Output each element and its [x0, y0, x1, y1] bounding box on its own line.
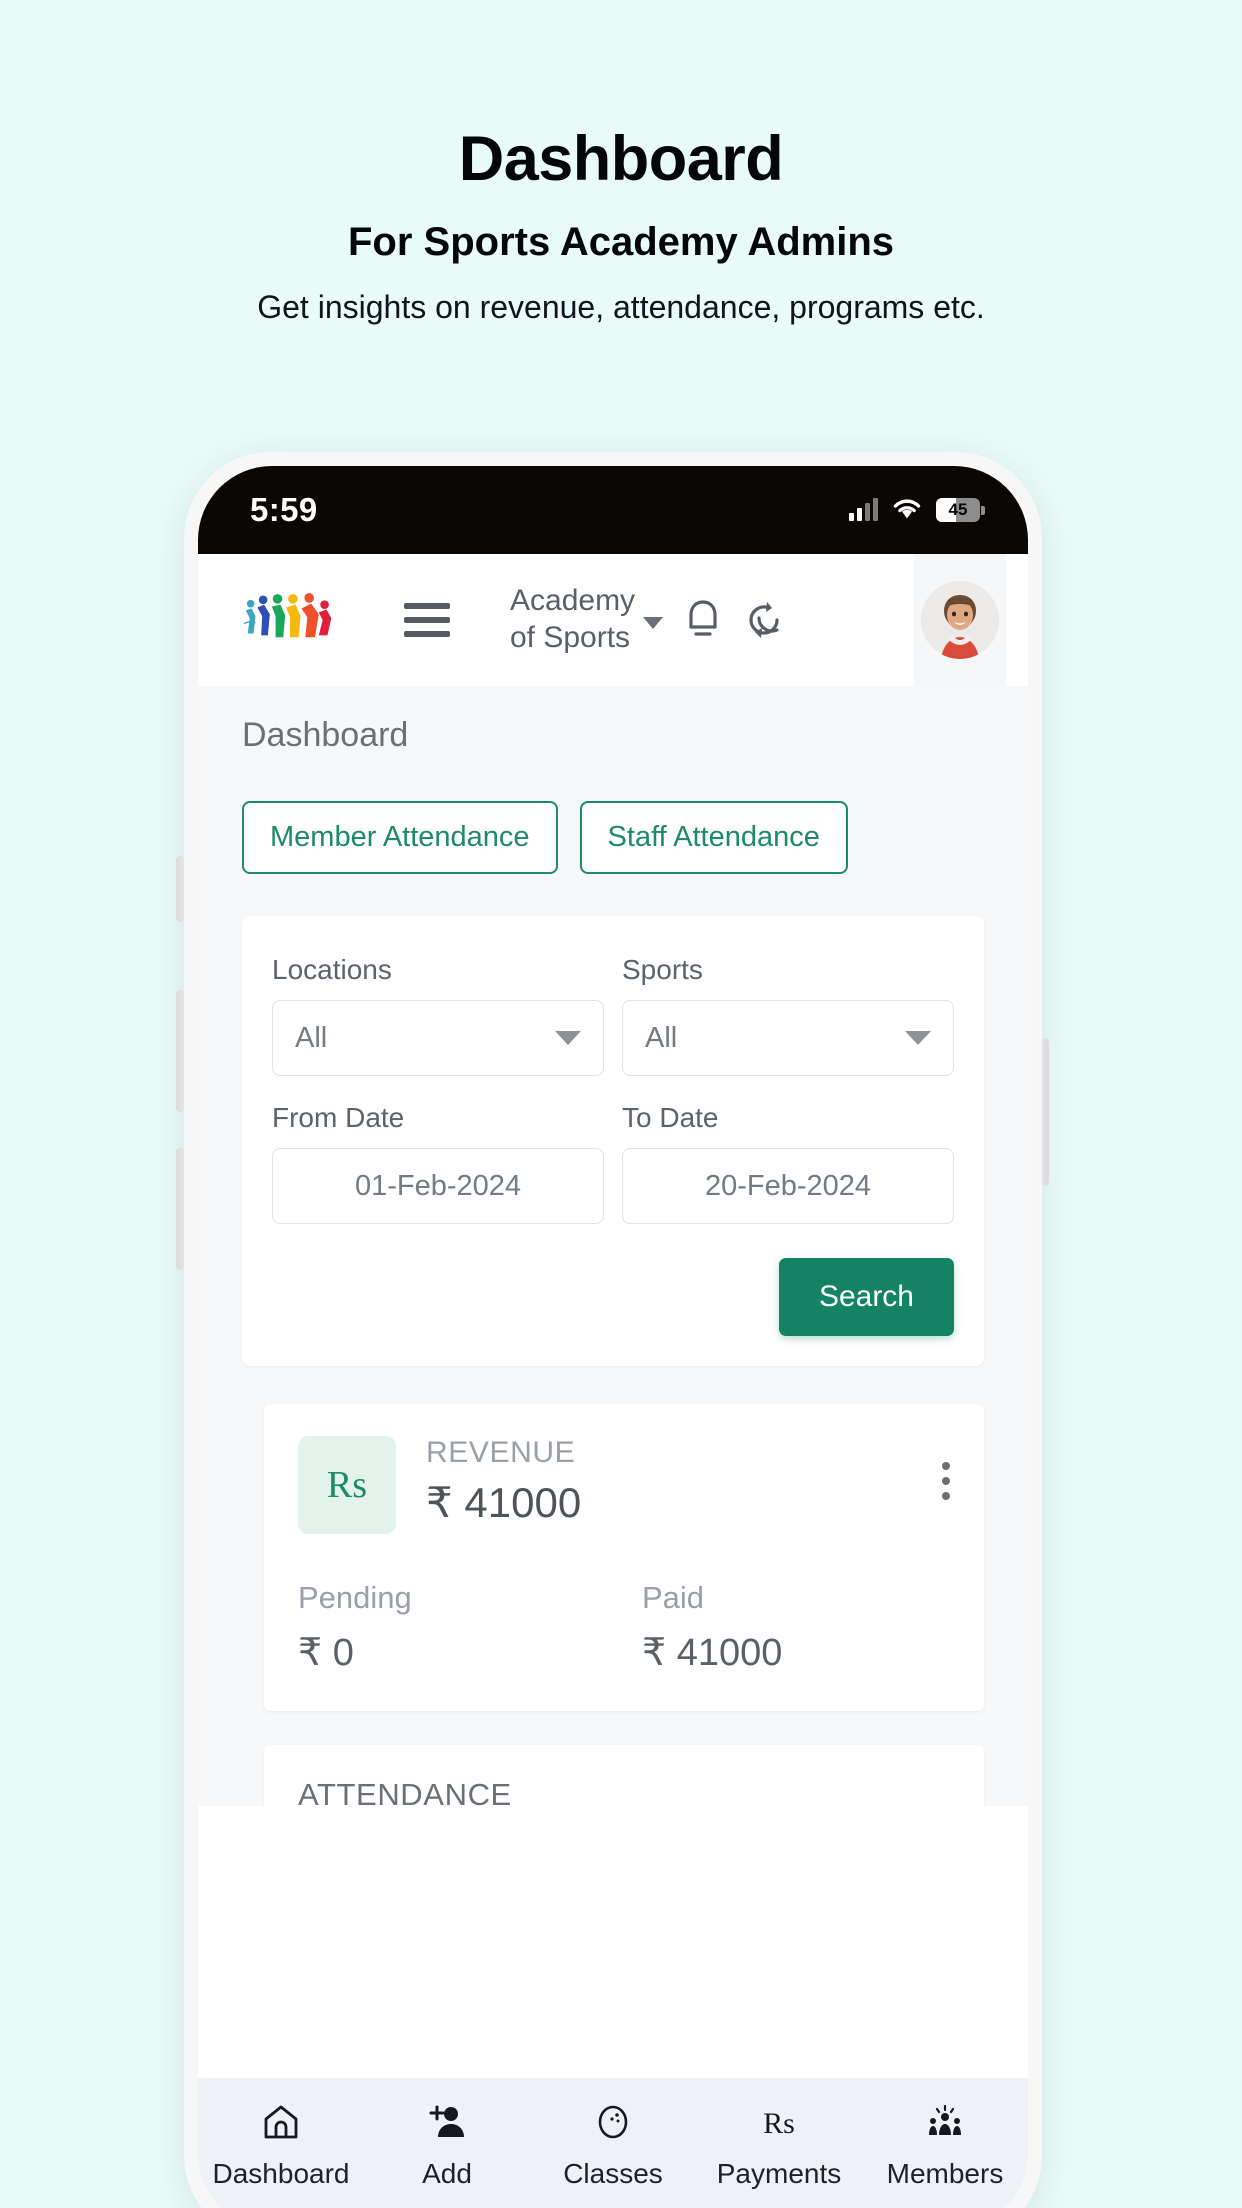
status-bar: 5:59 45 [198, 466, 1028, 554]
page-title: Dashboard [458, 124, 784, 194]
content-page-title: Dashboard [242, 716, 409, 754]
nav-label-classes: Classes [563, 2158, 663, 2189]
phone-mockup: 5:59 45 Academy of Sports Dashboard Memb… [184, 452, 1042, 2208]
status-indicators: 45 [849, 498, 985, 522]
revenue-breakdown: Pending ₹ 0 Paid ₹ 41000 [298, 1580, 950, 1675]
promo-subtitle: For Sports Academy Admins [347, 220, 895, 264]
search-button[interactable]: Search [778, 1258, 954, 1336]
avatar-container[interactable] [914, 554, 1006, 686]
chevron-down-icon [555, 1031, 581, 1045]
filter-card: Locations All Sports All From Date 01-Fe… [242, 916, 984, 1366]
paid-value: ₹ 41000 [642, 1632, 783, 1674]
locations-select[interactable]: All [272, 1000, 604, 1076]
tab-staff-attendance[interactable]: Staff Attendance [579, 801, 848, 874]
nav-label-payments: Payments [716, 2158, 842, 2189]
promo-page: Dashboard For Sports Academy Admins Get … [0, 0, 1242, 2208]
sports-label: Sports [622, 954, 703, 985]
revenue-summary: REVENUE ₹ 41000 [426, 1436, 942, 1527]
filter-row-2: From Date 01-Feb-2024 To Date 20-Feb-202… [272, 1102, 954, 1224]
nav-item-dashboard[interactable]: Dashboard [198, 2100, 364, 2190]
sports-select[interactable]: All [622, 1000, 954, 1076]
locations-label: Locations [272, 954, 392, 985]
nav-label-members: Members [886, 2158, 1004, 2189]
more-vertical-icon[interactable] [942, 1436, 950, 1500]
promo-description: Get insights on revenue, attendance, pro… [257, 289, 985, 325]
filter-row-1: Locations All Sports All [272, 954, 954, 1076]
from-date-filter: From Date 01-Feb-2024 [272, 1102, 604, 1224]
nav-item-add[interactable]: Add [364, 2100, 530, 2190]
hamburger-menu-icon[interactable] [404, 603, 450, 637]
to-date-value: 20-Feb-2024 [704, 1169, 872, 1202]
attendance-card: ATTENDANCE Since last [264, 1745, 984, 1806]
to-date-label: To Date [622, 1102, 719, 1133]
tab-member-attendance[interactable]: Member Attendance [242, 801, 558, 874]
home-icon [260, 2100, 302, 2144]
revenue-header: Rs REVENUE ₹ 41000 [298, 1436, 950, 1534]
revenue-label: REVENUE [426, 1436, 576, 1469]
locations-value: All [295, 1021, 328, 1054]
clock-ball-icon [592, 2100, 634, 2144]
wifi-icon [893, 499, 921, 519]
to-date-input[interactable]: 20-Feb-2024 [622, 1148, 954, 1224]
academy-name: Academy of Sports [510, 584, 636, 654]
svg-text:Rs: Rs [763, 2107, 795, 2140]
pending-cell: Pending ₹ 0 [298, 1580, 606, 1675]
nav-label-add: Add [422, 2158, 472, 2189]
from-date-value: 01-Feb-2024 [354, 1169, 522, 1202]
chevron-down-icon [643, 617, 664, 629]
sports-filter: Sports All [622, 954, 954, 1076]
status-time: 5:59 [250, 491, 318, 528]
phone-screen: 5:59 45 Academy of Sports Dashboard Memb… [198, 466, 1028, 2208]
nav-item-members[interactable]: Members [862, 2100, 1028, 2190]
sync-refresh-icon[interactable] [741, 596, 787, 644]
bottom-navigation: Dashboard Add Classes Rs Payments Member… [198, 2078, 1028, 2208]
locations-filter: Locations All [272, 954, 604, 1076]
members-group-icon [924, 2100, 966, 2144]
paid-cell: Paid ₹ 41000 [606, 1580, 950, 1675]
revenue-card: Rs REVENUE ₹ 41000 Pending ₹ 0 Paid ₹ 41… [264, 1404, 984, 1711]
promo-header: Dashboard For Sports Academy Admins Get … [0, 0, 1242, 328]
nav-label-dashboard: Dashboard [212, 2158, 350, 2189]
cellular-signal-icon [849, 498, 878, 521]
add-person-icon [426, 2100, 468, 2144]
search-row: Search [272, 1258, 954, 1336]
attendance-tabs: Member Attendance Staff Attendance [198, 755, 1028, 874]
pending-label: Pending [298, 1580, 412, 1615]
nav-item-classes[interactable]: Classes [530, 2100, 696, 2190]
rupee-icon: Rs [758, 2100, 800, 2144]
chevron-down-icon [905, 1031, 931, 1045]
academy-selector[interactable]: Academy of Sports [510, 583, 664, 656]
to-date-filter: To Date 20-Feb-2024 [622, 1102, 954, 1224]
battery-icon: 45 [936, 498, 985, 522]
paid-label: Paid [642, 1580, 705, 1615]
from-date-input[interactable]: 01-Feb-2024 [272, 1148, 604, 1224]
user-avatar[interactable] [921, 581, 999, 659]
pending-value: ₹ 0 [298, 1632, 354, 1674]
app-header: Academy of Sports [198, 554, 1028, 686]
from-date-label: From Date [272, 1102, 405, 1133]
battery-level: 45 [948, 500, 968, 519]
dashboard-content: Dashboard Member Attendance Staff Attend… [198, 686, 1028, 1806]
revenue-amount: ₹ 41000 [426, 1479, 582, 1526]
rupee-badge-icon: Rs [298, 1436, 396, 1534]
bell-icon[interactable] [681, 595, 725, 645]
sports-people-logo [243, 593, 332, 638]
nav-item-payments[interactable]: Rs Payments [696, 2100, 862, 2190]
attendance-label: ATTENDANCE [298, 1777, 512, 1806]
sports-value: All [645, 1021, 678, 1054]
